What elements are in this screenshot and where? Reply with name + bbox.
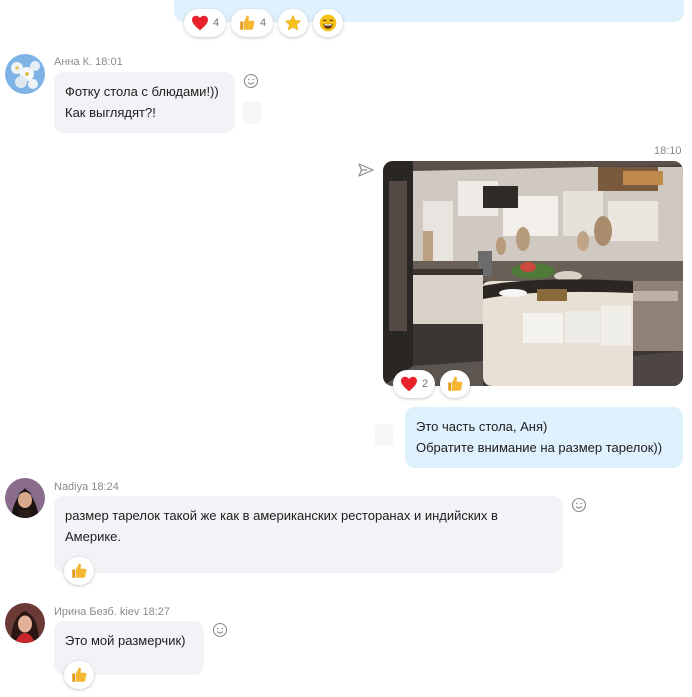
message-text: Америке. — [65, 529, 122, 544]
reaction-like-count: 4 — [259, 17, 267, 29]
avatar-nadiya[interactable] — [5, 478, 45, 518]
heart-icon — [191, 15, 208, 31]
nadiya-reaction-like-chip[interactable] — [64, 557, 94, 585]
avatar-irina[interactable] — [5, 603, 45, 643]
message-bubble-anna: Фотку стола с блюдами!)) Как выглядят?! — [54, 72, 235, 133]
message-placeholder — [243, 102, 261, 124]
heart-icon — [400, 376, 417, 392]
message-text: Обратите внимание на размер тарелок)) — [416, 440, 663, 455]
add-reaction-icon[interactable] — [243, 73, 259, 89]
star-icon — [284, 14, 302, 31]
photo-reaction-heart-count: 2 — [421, 378, 429, 390]
reaction-heart-count: 4 — [212, 17, 220, 29]
reaction-star-chip[interactable] — [278, 9, 308, 37]
reaction-laugh-chip[interactable] — [313, 9, 343, 37]
message-bubble-nadiya: размер тарелок такой же как в американск… — [54, 496, 563, 573]
reaction-like-chip[interactable]: 4 — [231, 9, 273, 37]
message-text: размер тарелок такой же как в американск… — [65, 508, 498, 523]
message-time-own: 18:10 — [654, 145, 682, 157]
photo-reaction-like-chip[interactable] — [440, 370, 470, 398]
thumbs-up-icon — [240, 15, 255, 30]
message-text: Как выглядят?! — [65, 105, 156, 120]
reaction-heart-chip[interactable]: 4 — [184, 9, 226, 37]
thumbs-up-icon — [72, 667, 87, 682]
avatar-anna[interactable] — [5, 54, 45, 94]
message-meta-nadiya: Nadiya 18:24 — [54, 481, 119, 493]
add-reaction-icon[interactable] — [571, 497, 587, 513]
photo-reaction-heart-chip[interactable]: 2 — [393, 370, 435, 398]
shared-photo[interactable] — [383, 161, 683, 386]
message-text: Это часть стола, Аня) — [416, 419, 548, 434]
laughing-face-icon — [319, 14, 337, 32]
message-bubble-own: Это часть стола, Аня) Обратите внимание … — [405, 407, 683, 468]
message-text: Фотку стола с блюдами!)) — [65, 84, 219, 99]
message-text: Это мой размерчик) — [65, 633, 186, 648]
message-meta-irina: Ирина Безб. kiev 18:27 — [54, 606, 170, 618]
thumbs-up-icon — [72, 563, 87, 578]
message-meta-anna: Анна К. 18:01 — [54, 56, 123, 68]
sent-status-icon — [358, 163, 374, 177]
thumbs-up-icon — [448, 376, 463, 391]
add-reaction-icon[interactable] — [212, 622, 228, 638]
message-placeholder — [375, 424, 393, 446]
irina-reaction-like-chip[interactable] — [64, 661, 94, 689]
